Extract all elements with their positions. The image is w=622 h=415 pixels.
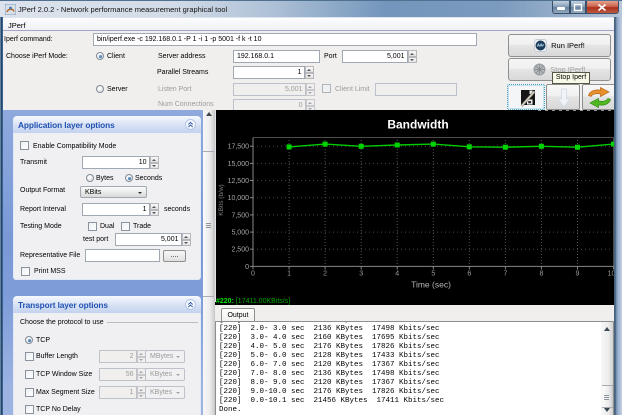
svg-text:17,500: 17,500 (228, 144, 250, 151)
svg-text:5: 5 (431, 271, 435, 278)
svg-text:2: 2 (323, 271, 327, 278)
svg-text:3: 3 (359, 271, 363, 278)
svg-text:0: 0 (251, 271, 255, 278)
svg-text:7: 7 (503, 271, 507, 278)
svg-text:7,500: 7,500 (231, 212, 249, 219)
svg-text:9: 9 (576, 271, 580, 278)
svg-text:Bandwidth: Bandwidth (387, 118, 448, 132)
svg-text:4: 4 (395, 271, 399, 278)
svg-text:#220: [17411.00KBits/s]: #220: [17411.00KBits/s] (216, 298, 290, 305)
svg-text:1: 1 (287, 271, 291, 278)
svg-text:15,000: 15,000 (228, 161, 250, 168)
svg-text:KBits (b/w): KBits (b/w) (218, 184, 225, 215)
svg-text:12,500: 12,500 (228, 178, 250, 185)
svg-text:10,000: 10,000 (228, 195, 250, 202)
svg-text:8: 8 (539, 271, 543, 278)
svg-text:5,000: 5,000 (231, 230, 249, 237)
svg-text:2,500: 2,500 (231, 247, 249, 254)
svg-text:6: 6 (467, 271, 471, 278)
svg-text:0: 0 (245, 264, 249, 271)
svg-text:Time (sec): Time (sec) (411, 280, 451, 290)
